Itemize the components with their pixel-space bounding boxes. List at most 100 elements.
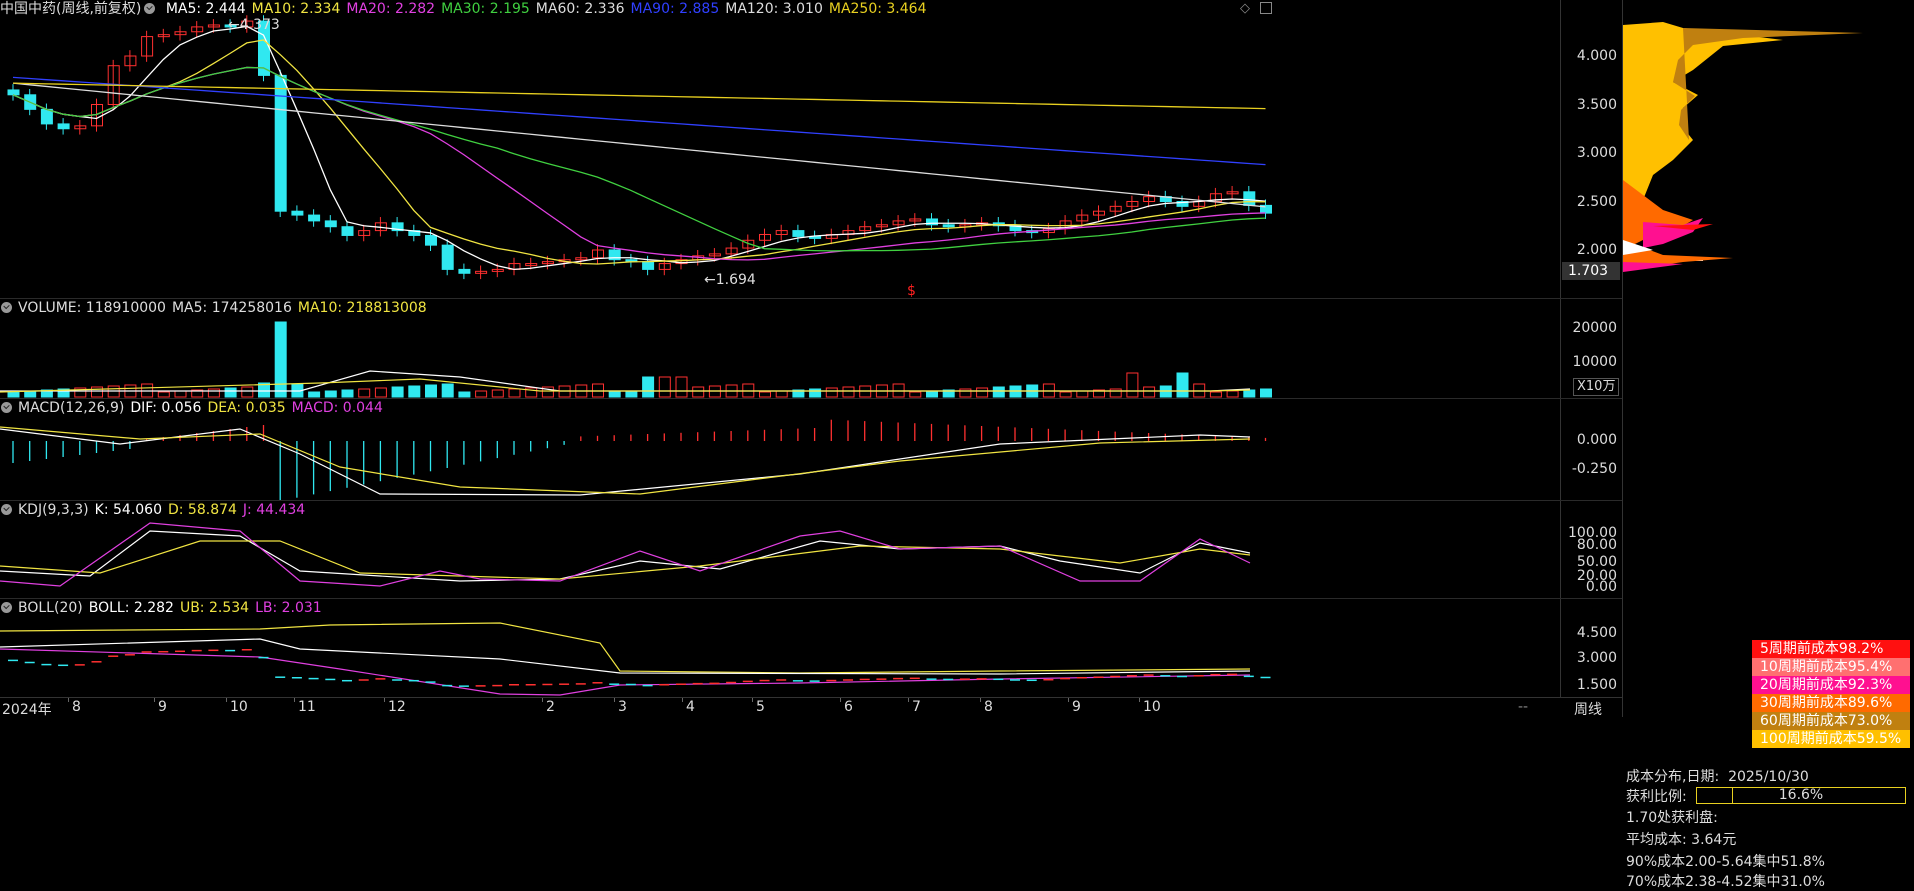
indicator-label: UB: 2.534 xyxy=(179,600,250,616)
volume-bar xyxy=(324,390,337,398)
kdj-axis: 100.00 80.00 50.00 20.00 0.00 xyxy=(1560,501,1623,598)
period-label[interactable]: 周线 xyxy=(1574,699,1602,719)
boll-lb-line xyxy=(0,648,1251,696)
kdj-tick: 80.00 xyxy=(1576,537,1617,553)
boll-axis: 4.500 3.000 1.500 xyxy=(1560,599,1623,697)
candle xyxy=(291,205,304,221)
candle xyxy=(625,253,638,268)
candle xyxy=(7,84,20,101)
window-toggle-icon[interactable] xyxy=(1260,2,1272,14)
time-axis-label: 12 xyxy=(388,699,406,715)
chip-date-row: 成本分布,日期: 2025/10/30 xyxy=(1626,769,1809,785)
time-axis-tick xyxy=(542,698,543,702)
time-axis-tick xyxy=(154,698,155,702)
volume-bar xyxy=(1260,388,1272,398)
settings-check-icon[interactable] xyxy=(1,602,12,613)
chip-profit-row: 获利比例: 16.6% xyxy=(1626,786,1906,806)
chip-distribution-panel[interactable] xyxy=(1622,0,1914,717)
volume-bar xyxy=(608,391,621,398)
time-axis-tick xyxy=(980,698,981,702)
volume-bar xyxy=(408,385,421,398)
diamond-icon[interactable]: ◇ xyxy=(1240,1,1250,16)
candle xyxy=(74,120,87,135)
chip-distribution-chart[interactable] xyxy=(1623,0,1914,300)
volume-header: VOLUME: 118910000 MA5: 174258016 MA10: 218… xyxy=(0,299,433,317)
volume-bar xyxy=(391,386,404,398)
ma-label: MA10: 2.334 xyxy=(251,1,341,17)
time-axis-label: 2 xyxy=(546,699,555,715)
chip-legend-item: 10周期前成本95.4% xyxy=(1752,658,1910,676)
settings-check-icon[interactable] xyxy=(1,402,12,413)
candle xyxy=(358,224,371,242)
time-axis-tick xyxy=(68,698,69,702)
price-tick: 2.000 xyxy=(1576,242,1617,258)
volume-bar xyxy=(809,388,822,398)
boll-ub-line xyxy=(0,622,1251,674)
candle xyxy=(1243,185,1256,212)
boll-tick: 3.000 xyxy=(1576,650,1617,666)
volume-bar xyxy=(7,391,20,398)
candle xyxy=(57,118,70,135)
volume-bar xyxy=(909,391,922,398)
price-panel[interactable]: 中国中药(周线,前复权) MA5: 2.444 MA10: 2.334 MA20: … xyxy=(0,0,1560,298)
time-axis-label: 6 xyxy=(844,699,853,715)
high-price-label: ←4.373 xyxy=(228,17,280,33)
kdj-j-line xyxy=(0,522,1251,587)
candle xyxy=(809,230,822,245)
ma90-line xyxy=(12,76,1266,166)
volume-bar xyxy=(341,389,354,398)
time-axis-tick xyxy=(682,698,683,702)
volume-ma10-line xyxy=(0,378,1251,393)
event-marker[interactable]: $ xyxy=(907,283,916,298)
profit-ratio-value: 16.6% xyxy=(1778,787,1824,803)
candle xyxy=(458,263,471,280)
candlestick-chart[interactable] xyxy=(0,0,1560,298)
boll-header: BOLL(20) BOLL: 2.282 UB: 2.534 LB: 2.031 xyxy=(0,599,328,617)
volume-bar xyxy=(358,388,371,398)
chip-avg-cost: 平均成本: 3.64元 xyxy=(1626,832,1737,848)
volume-bar xyxy=(1226,390,1239,398)
chip-profile-low2 xyxy=(1623,262,1683,272)
indicator-label: LB: 2.031 xyxy=(255,600,322,616)
settings-check-icon[interactable] xyxy=(1,504,12,515)
volume-panel[interactable]: VOLUME: 118910000 MA5: 174258016 MA10: 218… xyxy=(0,299,1560,398)
volume-bar xyxy=(759,391,771,398)
volume-bar xyxy=(775,390,788,398)
volume-bar xyxy=(441,383,454,398)
volume-bar xyxy=(1126,372,1139,398)
ma250-line xyxy=(12,82,1266,110)
boll-panel[interactable]: BOLL(20) BOLL: 2.282 UB: 2.534 LB: 2.031 xyxy=(0,599,1560,697)
macd-panel[interactable]: MACD(12,26,9) DIF: 0.056 DEA: 0.035 MACD: 0… xyxy=(0,399,1560,500)
volume-bar xyxy=(1059,391,1072,398)
volume-bar xyxy=(491,389,504,398)
candle xyxy=(592,244,604,264)
kdj-header: KDJ(9,3,3) K: 54.060 D: 58.874 J: 44.434 xyxy=(0,501,311,519)
volume-axis: 20000 10000 X10万 xyxy=(1560,299,1623,398)
chip-cost-90: 90%成本2.00-5.64集中51.8% xyxy=(1626,854,1825,870)
volume-bar xyxy=(374,387,387,398)
volume-bar xyxy=(508,388,521,398)
time-axis: 2024年 8 9 10 11 12 2 3 4 5 6 7 8 9 10 -- 周线 xyxy=(0,697,1622,718)
candle xyxy=(942,218,955,233)
chip-legend-item: 5周期前成本98.2% xyxy=(1752,640,1910,658)
time-axis-tick xyxy=(1139,698,1140,702)
ma-label: MA250: 3.464 xyxy=(828,1,927,17)
ma-label: MA20: 2.282 xyxy=(346,1,436,17)
indicator-label: KDJ(9,3,3) xyxy=(18,502,89,518)
candle xyxy=(308,209,321,227)
volume-bar xyxy=(1209,391,1222,398)
candle xyxy=(274,69,287,218)
settings-check-icon[interactable] xyxy=(1,302,12,313)
settings-check-icon[interactable] xyxy=(144,3,156,14)
kdj-panel[interactable]: KDJ(9,3,3) K: 54.060 D: 58.874 J: 44.434 xyxy=(0,501,1560,598)
volume-unit: X10万 xyxy=(1573,378,1620,396)
volume-bar xyxy=(1176,372,1189,398)
price-tick: 3.500 xyxy=(1576,97,1617,113)
volume-ma5-line xyxy=(0,370,1251,392)
macd-header: MACD(12,26,9) DIF: 0.056 DEA: 0.035 MACD: 0… xyxy=(0,399,389,417)
volume-bar xyxy=(992,386,1005,398)
chip-cost-70: 70%成本2.38-4.52集中31.0% xyxy=(1626,874,1825,890)
boll-tick: 4.500 xyxy=(1576,625,1617,641)
indicator-label: MACD: 0.044 xyxy=(291,400,383,416)
volume-bar xyxy=(625,390,638,398)
